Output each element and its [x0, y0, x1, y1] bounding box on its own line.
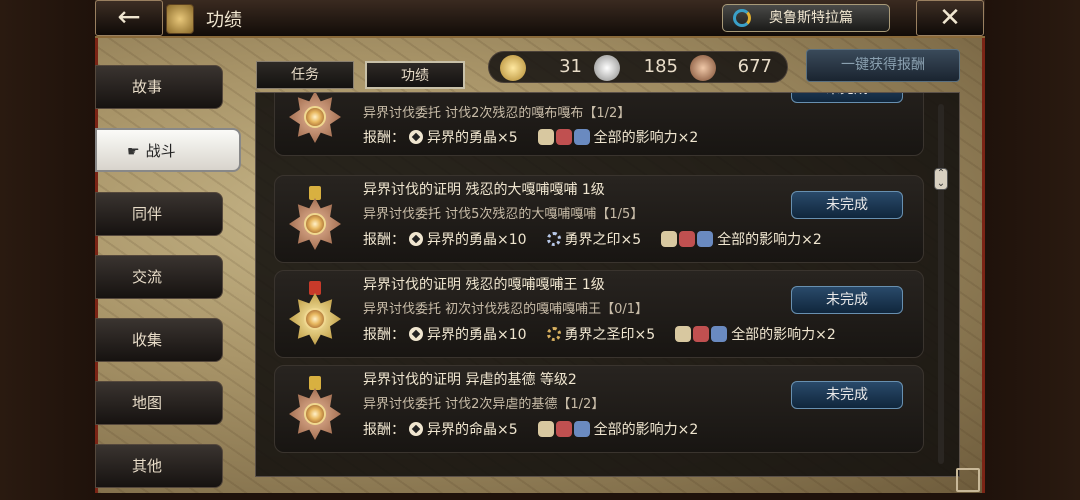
page-title: 功绩: [206, 10, 242, 31]
sidebar-item-map[interactable]: 地图: [95, 381, 223, 425]
achievement-subtitle: 异界讨伐委托 初次讨伐残忍的嘎哺嘎哺王【0/1】: [363, 302, 649, 317]
achievement-subtitle: 异界讨伐委托 讨伐2次异虐的基德【1/2】: [363, 397, 605, 412]
influence-reward: 全部的影响力×2: [593, 130, 699, 146]
sidebar-item-label: 收集: [132, 331, 163, 349]
sidebar-item-label: 其他: [132, 457, 163, 475]
back-button[interactable]: ←: [95, 0, 163, 36]
bronze-medal-icon: [285, 93, 345, 149]
achievement-reward: 报酬： 异界的命晶×5 全部的影响力×2: [363, 419, 698, 439]
secondary-reward: 勇界之圣印×5: [564, 327, 656, 343]
reward-label: 报酬：: [363, 422, 405, 438]
reward-label: 报酬：: [363, 130, 405, 146]
claim-all-rewards-button[interactable]: 一键获得报酬: [806, 49, 960, 82]
gold-medal-count: 31: [559, 56, 582, 77]
sidebar-item-companions[interactable]: 同伴: [95, 192, 223, 236]
status-button[interactable]: 未完成: [791, 191, 903, 219]
sidebar-item-social[interactable]: 交流: [95, 255, 223, 299]
emblem-icon: [546, 232, 561, 246]
status-button[interactable]: 未完成: [791, 286, 903, 314]
gold-medal-icon: [500, 55, 526, 81]
silver-medal-icon: [594, 55, 620, 81]
achievement-reward: 报酬： 异界的勇晶×5 全部的影响力×2: [363, 127, 698, 147]
arc-select-button[interactable]: 奥鲁斯特拉篇: [722, 4, 890, 32]
sidebar-item-label: 同伴: [132, 205, 163, 223]
influence-icons: [537, 421, 590, 437]
crystal-icon: [409, 232, 423, 246]
achievement-title: 异界讨伐的证明 残忍的大嘎哺嘎哺 1级: [363, 182, 605, 198]
reward-label: 报酬：: [363, 232, 405, 248]
sidebar-item-other[interactable]: 其他: [95, 444, 223, 488]
achievement-row: 异界讨伐的证明 异虐的基德 等级2 异界讨伐委托 讨伐2次异虐的基德【1/2】 …: [274, 365, 924, 453]
achievement-reward: 报酬： 异界的勇晶×10 勇界之印×5 全部的影响力×2: [363, 229, 822, 249]
reward-item: 异界的勇晶×10: [427, 232, 527, 248]
achievement-row: 异界讨伐的证明 残忍的大嘎哺嘎哺 1级 异界讨伐委托 讨伐5次残忍的大嘎哺嘎哺【…: [274, 175, 924, 263]
sidebar-item-story[interactable]: 故事: [95, 65, 223, 109]
tab-quests[interactable]: 任务: [256, 61, 354, 89]
influence-reward: 全部的影响力×2: [593, 422, 699, 438]
sidebar-item-label: 交流: [132, 268, 163, 286]
game-screen: ← 功绩 奥鲁斯特拉篇 ✕ 故事 ☛ 战斗 同伴 交流 收集 地图 其他 任务 功…: [0, 0, 1080, 500]
sidebar-item-label: 战斗: [145, 142, 176, 160]
bronze-medal-icon: [690, 55, 716, 81]
influence-reward: 全部的影响力×2: [731, 327, 836, 343]
achievement-row: 异界讨伐委托 讨伐2次残忍的嘎布嘎布【1/2】 报酬： 异界的勇晶×5 全部的影…: [274, 93, 924, 156]
status-button[interactable]: 未完成: [791, 381, 903, 409]
bronze-medal-icon: [285, 376, 345, 446]
achievement-title: 异界讨伐的证明 残忍的嘎哺嘎哺王 1级: [363, 277, 605, 293]
influence-icons: [537, 129, 590, 145]
achievement-subtitle: 异界讨伐委托 讨伐5次残忍的大嘎哺嘎哺【1/5】: [363, 207, 644, 222]
reward-item: 异界的勇晶×5: [427, 130, 518, 146]
influence-icons: [661, 231, 714, 247]
sidebar-item-label: 故事: [132, 78, 163, 96]
achievement-emblem-icon: [166, 4, 194, 34]
influence-reward: 全部的影响力×2: [717, 232, 822, 248]
corner-ornament: [956, 468, 980, 492]
sidebar-item-battle[interactable]: ☛ 战斗: [95, 128, 241, 172]
back-arrow-icon: ←: [117, 0, 141, 33]
pointer-hand-icon: ☛: [127, 144, 140, 160]
scrollbar-thumb[interactable]: ⌃ ⌄: [934, 168, 948, 190]
sidebar-item-collection[interactable]: 收集: [95, 318, 223, 362]
close-button[interactable]: ✕: [916, 0, 984, 36]
close-icon: ✕: [939, 3, 961, 33]
gold-medal-icon: [285, 281, 345, 351]
arc-select-label: 奥鲁斯特拉篇: [769, 10, 853, 26]
status-button[interactable]: 未完成: [791, 93, 903, 103]
bronze-medal-count: 677: [737, 56, 772, 77]
scrollbar-track[interactable]: [938, 104, 944, 464]
sidebar-item-label: 地图: [132, 394, 163, 412]
tab-achievements[interactable]: 功绩: [365, 61, 465, 89]
achievement-subtitle: 异界讨伐委托 讨伐2次残忍的嘎布嘎布【1/2】: [363, 106, 631, 121]
achievement-reward: 报酬： 异界的勇晶×10 勇界之圣印×5 全部的影响力×2: [363, 324, 836, 344]
reward-label: 报酬：: [363, 327, 405, 343]
crystal-icon: [409, 130, 423, 144]
influence-icons: [675, 326, 728, 342]
reward-item: 异界的命晶×5: [427, 422, 518, 438]
crystal-icon: [409, 327, 423, 341]
achievement-list: 异界讨伐委托 讨伐2次残忍的嘎布嘎布【1/2】 报酬： 异界的勇晶×5 全部的影…: [255, 92, 960, 477]
crystal-icon: [409, 422, 423, 436]
achievement-title: 异界讨伐的证明 异虐的基德 等级2: [363, 372, 577, 388]
bronze-medal-icon: [285, 186, 345, 256]
holy-emblem-icon: [546, 327, 561, 341]
reward-item: 异界的勇晶×10: [427, 327, 527, 343]
achievement-row: 异界讨伐的证明 残忍的嘎哺嘎哺王 1级 异界讨伐委托 初次讨伐残忍的嘎哺嘎哺王【…: [274, 270, 924, 358]
silver-medal-count: 185: [643, 56, 678, 77]
secondary-reward: 勇界之印×5: [564, 232, 642, 248]
refresh-icon: [733, 9, 751, 27]
